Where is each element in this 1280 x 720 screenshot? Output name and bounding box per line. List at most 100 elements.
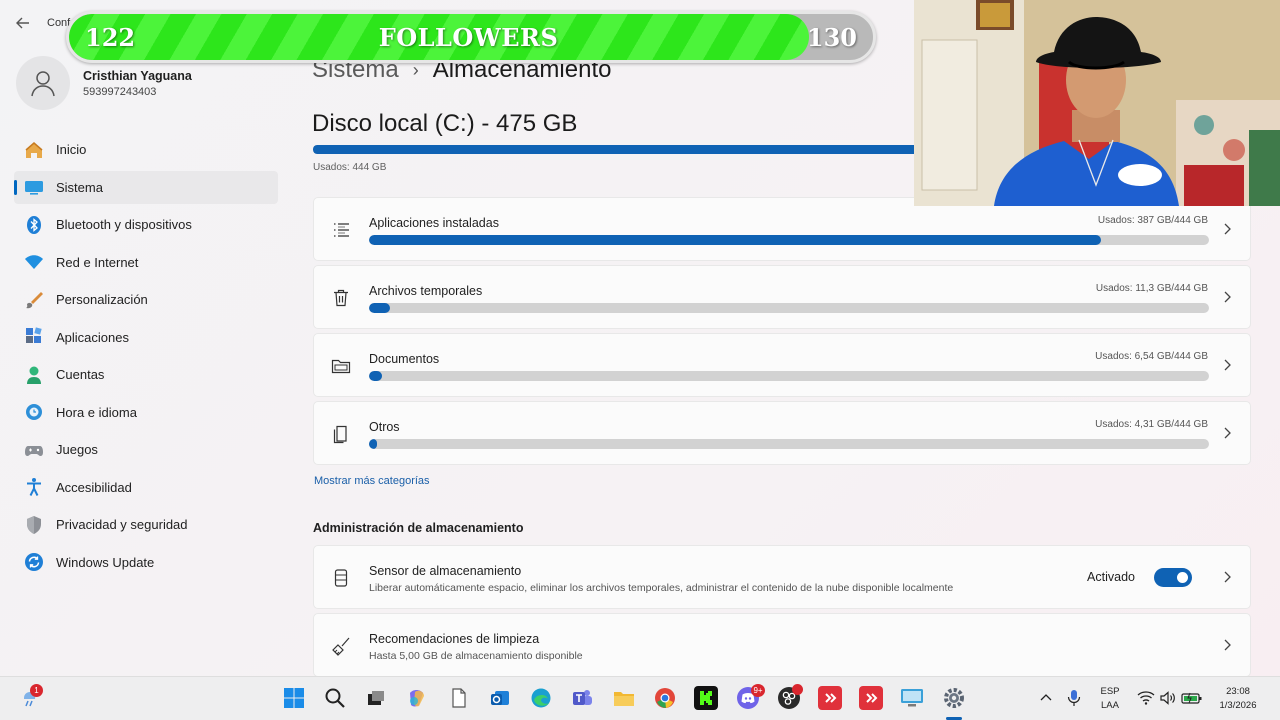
file-explorer-icon[interactable] bbox=[612, 686, 636, 710]
remote-desktop-icon[interactable] bbox=[900, 686, 924, 710]
profile-subtitle: 593997243403 bbox=[83, 85, 157, 98]
toggle-state-label: Activado bbox=[1087, 570, 1135, 584]
user-profile[interactable]: Cristhian Yaguana 593997243403 bbox=[16, 56, 192, 110]
folder-icon bbox=[331, 356, 351, 376]
trash-icon bbox=[331, 288, 351, 308]
edge-icon[interactable] bbox=[529, 686, 553, 710]
settings-gear-icon[interactable] bbox=[942, 686, 966, 710]
arrow-left-icon bbox=[16, 17, 29, 29]
sidebar-item-label: Juegos bbox=[56, 442, 98, 457]
category-installed-apps[interactable]: Aplicaciones instaladas Usados: 387 GB/4… bbox=[313, 197, 1251, 261]
category-bar-fill bbox=[369, 303, 390, 313]
discord-badge: 9+ bbox=[751, 684, 765, 697]
sidebar-item-sistema[interactable]: Sistema bbox=[14, 170, 278, 204]
chevron-up-icon[interactable] bbox=[1034, 686, 1058, 710]
disk-title: Disco local (C:) - 475 GB bbox=[312, 110, 578, 137]
category-label: Aplicaciones instaladas bbox=[369, 216, 499, 230]
category-used: Usados: 387 GB/444 GB bbox=[1097, 215, 1208, 226]
storage-sense-toggle[interactable] bbox=[1154, 568, 1192, 587]
microphone-icon[interactable] bbox=[1062, 686, 1086, 710]
sidebar-item-privacidad[interactable]: Privacidad y seguridad bbox=[14, 508, 278, 541]
cleanup-description: Hasta 5,00 GB de almacenamiento disponib… bbox=[369, 650, 583, 662]
chevron-right-icon bbox=[1222, 358, 1232, 372]
category-bar-fill bbox=[369, 439, 378, 449]
sidebar-item-label: Red e Internet bbox=[56, 254, 139, 270]
sidebar-item-label: Windows Update bbox=[56, 554, 155, 570]
file-icon[interactable] bbox=[447, 686, 471, 710]
accessibility-icon bbox=[24, 477, 44, 497]
category-bar bbox=[369, 439, 1209, 449]
wifi-status-icon[interactable] bbox=[1134, 686, 1158, 710]
sidebar-item-label: Accesibilidad bbox=[56, 479, 132, 495]
kick-icon[interactable] bbox=[694, 686, 718, 710]
copilot-icon[interactable] bbox=[405, 686, 429, 710]
category-documents[interactable]: Documentos Usados: 6,54 GB/444 GB bbox=[313, 333, 1251, 397]
avatar bbox=[16, 56, 70, 110]
sidebar-item-aplicaciones[interactable]: Aplicaciones bbox=[14, 321, 278, 354]
category-temp-files[interactable]: Archivos temporales Usados: 11,3 GB/444 … bbox=[313, 265, 1251, 329]
sidebar-item-bluetooth[interactable]: Bluetooth y dispositivos bbox=[14, 208, 278, 241]
back-button[interactable] bbox=[14, 14, 32, 32]
input-language[interactable]: ESP LAA bbox=[1096, 685, 1124, 713]
gamepad-icon bbox=[24, 440, 44, 460]
sidebar-item-windows-update[interactable]: Windows Update bbox=[14, 546, 278, 579]
webcam-overlay bbox=[914, 0, 1280, 206]
sidebar-item-accesibilidad[interactable]: Accesibilidad bbox=[14, 471, 278, 504]
sidebar-item-hora[interactable]: Hora e idioma bbox=[14, 396, 278, 429]
clock[interactable]: 23:08 1/3/2026 bbox=[1212, 685, 1264, 713]
chevron-right-icon bbox=[1222, 570, 1232, 584]
sidebar-item-label: Cuentas bbox=[56, 367, 105, 382]
teams-icon[interactable] bbox=[570, 686, 594, 710]
category-bar bbox=[369, 235, 1209, 245]
task-view-icon[interactable] bbox=[364, 686, 388, 710]
category-used: Usados: 11,3 GB/444 GB bbox=[1095, 283, 1208, 294]
storage-sense-title: Sensor de almacenamiento bbox=[369, 564, 522, 578]
sidebar-item-label: Sistema bbox=[56, 179, 103, 195]
sidebar-item-label: Bluetooth y dispositivos bbox=[56, 217, 192, 232]
language-code: ESP bbox=[1100, 686, 1120, 697]
category-label: Otros bbox=[369, 420, 400, 434]
show-more-categories-link[interactable]: Mostrar más categorías bbox=[314, 475, 430, 487]
sidebar-item-juegos[interactable]: Juegos bbox=[14, 433, 278, 466]
list-icon bbox=[331, 220, 351, 240]
cleanup-recommendations-row[interactable]: Recomendaciones de limpieza Hasta 5,00 G… bbox=[313, 613, 1251, 677]
profile-name: Cristhian Yaguana bbox=[83, 68, 192, 83]
chevron-right-icon bbox=[1222, 222, 1232, 236]
category-label: Archivos temporales bbox=[369, 284, 483, 298]
sidebar-item-label: Privacidad y seguridad bbox=[56, 517, 188, 532]
keyboard-layout: LAA bbox=[1101, 700, 1119, 711]
storage-sense-row[interactable]: Sensor de almacenamiento Liberar automát… bbox=[313, 545, 1251, 609]
home-icon bbox=[24, 140, 44, 160]
chrome-icon[interactable] bbox=[653, 686, 677, 710]
volume-icon[interactable] bbox=[1156, 686, 1180, 710]
category-label: Documentos bbox=[369, 352, 440, 366]
start-button[interactable] bbox=[282, 686, 306, 710]
cleanup-title: Recomendaciones de limpieza bbox=[369, 632, 540, 646]
sidebar-item-inicio[interactable]: Inicio bbox=[14, 133, 278, 166]
clock-time: 23:08 bbox=[1226, 686, 1250, 697]
category-bar-fill bbox=[369, 371, 382, 381]
sidebar-item-red[interactable]: Red e Internet bbox=[14, 246, 278, 279]
brush-icon bbox=[24, 290, 44, 310]
anydesk-icon[interactable] bbox=[818, 686, 842, 710]
search-icon[interactable] bbox=[323, 686, 347, 710]
wifi-icon bbox=[24, 252, 44, 272]
category-other[interactable]: Otros Usados: 4,31 GB/444 GB bbox=[313, 401, 1251, 465]
sidebar-item-cuentas[interactable]: Cuentas bbox=[14, 358, 278, 391]
section-heading: Administración de almacenamiento bbox=[313, 521, 524, 535]
sidebar-item-personalizacion[interactable]: Personalización bbox=[14, 283, 278, 316]
disk-used-label: Usados: 444 GB bbox=[313, 162, 387, 173]
chevron-right-icon bbox=[1222, 638, 1232, 652]
category-used: Usados: 6,54 GB/444 GB bbox=[1095, 351, 1208, 362]
anydesk-icon-2[interactable] bbox=[859, 686, 883, 710]
account-icon bbox=[24, 365, 44, 385]
outlook-icon[interactable] bbox=[488, 686, 512, 710]
category-bar bbox=[369, 303, 1209, 313]
followers-label: FOLLOWERS bbox=[378, 22, 559, 52]
battery-icon[interactable] bbox=[1180, 686, 1204, 710]
broom-icon bbox=[331, 636, 351, 656]
storage-sense-description: Liberar automáticamente espacio, elimina… bbox=[369, 582, 954, 594]
category-bar bbox=[369, 371, 1209, 381]
clock-globe-icon bbox=[24, 402, 44, 422]
sidebar-nav: Inicio Sistema Bluetooth y dispositivos … bbox=[14, 133, 278, 583]
